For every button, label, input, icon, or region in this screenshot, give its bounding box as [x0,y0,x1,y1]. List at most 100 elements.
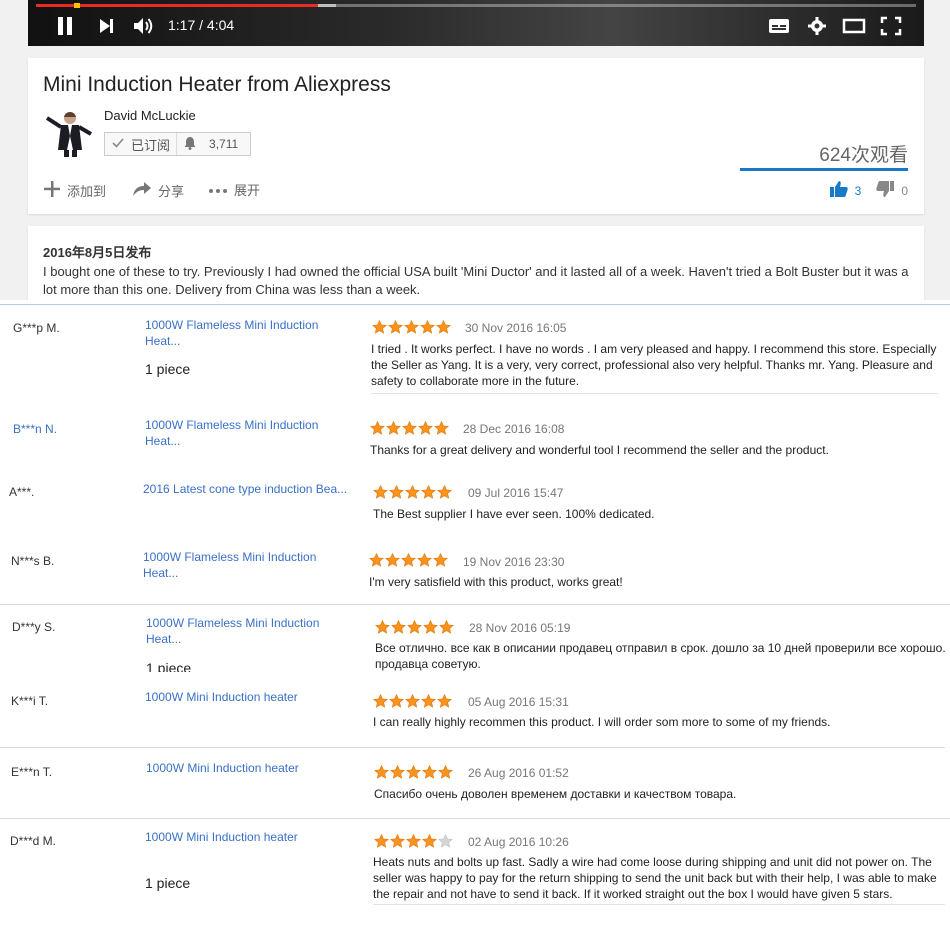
product-link[interactable]: 1000W Flameless Mini Induction Heat... [143,549,353,581]
description-card: 2016年8月5日发布 I bought one of these to try… [28,226,924,306]
time-display: 1:17 / 4:04 [168,17,235,33]
star-filled-icon [390,765,405,779]
dislike-count: 0 [901,183,908,198]
product-link[interactable]: 1000W Mini Induction heater [146,760,356,776]
star-filled-icon [369,553,384,567]
review-text: The Best supplier I have ever seen. 100%… [373,507,655,521]
quantity: 1 piece [145,875,191,891]
chapter-marker [74,3,80,8]
fullscreen-icon[interactable] [880,16,902,36]
checkmark-icon [111,137,125,152]
review-date: 05 Aug 2016 15:31 [468,695,569,709]
star-rating [374,765,454,779]
channel-name[interactable]: David McLuckie [104,108,196,123]
review-date: 28 Nov 2016 05:19 [469,621,571,635]
like-count: 3 [854,183,862,198]
thumbs-down-icon[interactable] [875,180,895,201]
divider [371,393,938,394]
star-rating [369,553,449,567]
subscribed-toggle[interactable]: 已订阅 [105,133,176,155]
star-rating [373,694,453,708]
star-rating [372,320,452,334]
star-filled-icon [439,620,454,634]
review-date: 26 Aug 2016 01:52 [468,766,569,780]
subscribed-label: 已订阅 [131,137,171,153]
star-filled-icon [420,320,435,334]
star-filled-icon [417,553,432,567]
review-text: I can really highly recommen this produc… [373,715,831,729]
progress-bar[interactable] [36,4,916,7]
star-filled-icon [389,485,404,499]
star-filled-icon [390,834,405,848]
view-count: 624次观看 [819,145,908,166]
star-filled-icon [405,694,420,708]
star-filled-icon [402,421,417,435]
add-to-button[interactable]: 添加到 [43,180,106,201]
pause-icon[interactable] [56,16,74,36]
reviewer-name: E***n T. [11,765,53,779]
channel-avatar[interactable] [43,106,95,158]
review-text: I'm very satisfield with this product, w… [369,575,623,589]
star-filled-icon [391,620,406,634]
star-filled-icon [405,485,420,499]
star-filled-icon [385,553,400,567]
star-filled-icon [406,834,421,848]
star-filled-icon [433,553,448,567]
product-link[interactable]: 1000W Mini Induction heater [145,689,355,705]
theater-mode-icon[interactable] [842,16,866,36]
star-filled-icon [406,765,421,779]
volume-icon[interactable] [132,16,156,36]
captions-icon[interactable] [768,16,790,36]
star-filled-icon [373,485,388,499]
star-filled-icon [375,620,390,634]
star-rating [370,421,450,435]
quantity: 1 piece [146,660,192,672]
more-label: 展开 [234,183,261,198]
star-filled-icon [388,320,403,334]
star-rating [373,485,453,499]
star-filled-icon [386,421,401,435]
publish-date: 2016年8月5日发布 [43,245,152,260]
next-icon[interactable] [98,16,116,36]
reviewer-name: N***s B. [11,554,55,568]
reviewer-name[interactable]: B***n N. [13,422,57,436]
settings-gear-icon[interactable] [806,16,828,36]
review-date: 09 Jul 2016 15:47 [468,486,564,500]
review-date: 02 Aug 2016 10:26 [468,835,569,849]
share-arrow-icon [132,180,152,201]
notification-bell-button[interactable] [176,133,203,155]
description-text: I bought one of these to try. Previously… [43,264,909,297]
star-filled-icon [418,421,433,435]
divider [0,304,950,305]
video-player-controls[interactable]: 1:17 / 4:04 [28,0,924,46]
subscriber-count: 3,711 [209,137,239,151]
star-filled-icon [374,765,389,779]
share-button[interactable]: 分享 [132,180,184,201]
star-filled-icon [436,320,451,334]
star-filled-icon [437,485,452,499]
star-filled-icon [404,320,419,334]
add-to-label: 添加到 [67,184,107,199]
star-filled-icon [437,694,452,708]
like-dislike-group: 3 0 [829,180,908,201]
subscribe-button[interactable]: 已订阅 3,711 [104,132,251,156]
product-link[interactable]: 1000W Flameless Mini Induction Heat... [145,317,355,349]
product-link[interactable]: 1000W Flameless Mini Induction Heat... [145,417,355,449]
more-button[interactable]: 展开 [208,180,260,199]
product-link[interactable]: 1000W Mini Induction heater [145,829,355,845]
product-link[interactable]: 1000W Flameless Mini Induction Heat... [146,615,356,647]
star-filled-icon [438,765,453,779]
reviewer-name: D***d M. [10,834,57,848]
thumbs-up-icon[interactable] [829,180,849,201]
product-link[interactable]: 2016 Latest cone type induction Bea... [143,481,358,497]
star-filled-icon [401,553,416,567]
review-text: Heats nuts and bolts up fast. Sadly a wi… [373,855,937,901]
star-filled-icon [407,620,422,634]
more-dots-icon [208,182,228,197]
star-filled-icon [421,694,436,708]
review-date: 30 Nov 2016 16:05 [465,321,567,335]
star-filled-icon [389,694,404,708]
star-filled-icon [423,620,438,634]
star-filled-icon [373,694,388,708]
divider [0,604,950,605]
